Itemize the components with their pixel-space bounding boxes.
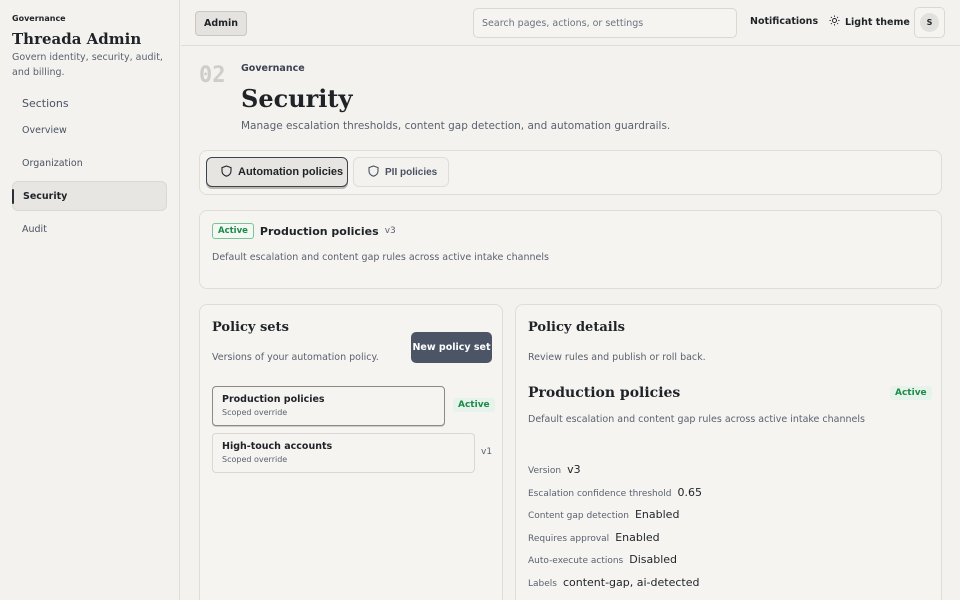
detail-row-content-gap: Content gap detection Enabled	[528, 508, 679, 521]
policy-set-item[interactable]: High-touch accounts Scoped override	[212, 433, 475, 473]
policy-details-title: Policy details	[528, 320, 625, 335]
role-button[interactable]: Admin	[195, 11, 248, 36]
sidebar-eyebrow: Governance	[12, 14, 66, 23]
detail-value: Enabled	[615, 531, 660, 544]
step-number: 02	[199, 63, 226, 88]
notifications-button[interactable]: Notifications	[750, 16, 818, 27]
detail-row-requires-approval: Requires approval Enabled	[528, 531, 660, 544]
page-title: Security	[241, 84, 353, 113]
tab-bar: Automation policies PII policies	[199, 150, 942, 195]
policy-set-name: Production policies	[222, 394, 325, 405]
sidebar: Governance Threada Admin Govern identity…	[0, 0, 180, 600]
policy-set-item[interactable]: Production policies Scoped override	[212, 386, 445, 426]
sidebar-item-organization[interactable]: Organization	[12, 149, 167, 179]
sidebar-item-security[interactable]: Security	[12, 181, 167, 211]
user-menu-button[interactable]: S	[914, 7, 945, 38]
sun-icon	[829, 15, 840, 29]
topbar: Admin Notifications Light theme S	[181, 0, 960, 46]
detail-value: Enabled	[634, 508, 680, 521]
status-badge: Active	[453, 398, 495, 412]
detail-value: Disabled	[629, 553, 678, 566]
version-tag: v1	[481, 447, 493, 457]
shield-icon	[368, 164, 379, 180]
policy-name: Production policies	[259, 224, 379, 238]
tab-automation-policies[interactable]: Automation policies	[206, 157, 348, 187]
policy-sets-card: Policy sets Versions of your automation …	[199, 304, 503, 600]
policy-details-description: Review rules and publish or roll back.	[528, 352, 706, 363]
tab-pii-policies[interactable]: PII policies	[353, 157, 449, 187]
search-input[interactable]	[473, 8, 737, 38]
selected-policy-name: Production policies	[528, 385, 681, 401]
detail-label: Labels	[528, 579, 557, 589]
policy-set-scope: Scoped override	[222, 455, 288, 464]
status-badge: Active	[890, 386, 932, 400]
page-eyebrow: Governance	[241, 63, 305, 74]
policy-sets-description: Versions of your automation policy.	[212, 352, 379, 363]
theme-label: Light theme	[845, 16, 910, 28]
app-description: Govern identity, security, audit, and bi…	[12, 52, 163, 78]
detail-label: Escalation confidence threshold	[528, 489, 672, 499]
status-badge: Active	[212, 223, 254, 239]
theme-toggle[interactable]: Light theme	[829, 15, 910, 29]
detail-row-escalation-threshold: Escalation confidence threshold 0.65	[528, 486, 702, 499]
policy-set-scope: Scoped override	[222, 408, 288, 417]
policy-summary-card: Active Production policies v3 Default es…	[199, 210, 942, 289]
detail-row-labels: Labels content-gap, ai-detected	[528, 576, 699, 589]
sidebar-item-audit[interactable]: Audit	[12, 215, 167, 245]
detail-label: Requires approval	[528, 534, 610, 544]
tab-label: PII policies	[385, 166, 438, 178]
selected-policy-description: Default escalation and content gap rules…	[528, 414, 865, 425]
detail-label: Version	[528, 466, 562, 476]
policy-description: Default escalation and content gap rules…	[212, 252, 549, 263]
tab-label: Automation policies	[238, 166, 344, 178]
page-description: Manage escalation thresholds, content ga…	[241, 120, 671, 132]
shield-icon	[221, 164, 232, 180]
sidebar-item-overview[interactable]: Overview	[12, 116, 167, 146]
detail-value: 0.65	[677, 486, 702, 499]
policy-version: v3	[384, 226, 396, 236]
detail-label: Auto-execute actions	[528, 556, 624, 566]
detail-row-version: Version v3	[528, 463, 581, 476]
detail-value: v3	[567, 463, 581, 476]
policy-set-name: High-touch accounts	[222, 441, 333, 452]
new-policy-set-button[interactable]: New policy set	[411, 332, 492, 363]
policy-sets-title: Policy sets	[212, 320, 289, 335]
detail-row-auto-execute: Auto-execute actions Disabled	[528, 553, 677, 566]
policy-details-card: Policy details Review rules and publish …	[515, 304, 942, 600]
detail-value: content-gap, ai-detected	[562, 576, 700, 589]
sections-label: Sections	[22, 97, 69, 110]
detail-label: Content gap detection	[528, 511, 629, 521]
app-title: Threada Admin	[12, 30, 142, 48]
avatar: S	[920, 13, 939, 32]
